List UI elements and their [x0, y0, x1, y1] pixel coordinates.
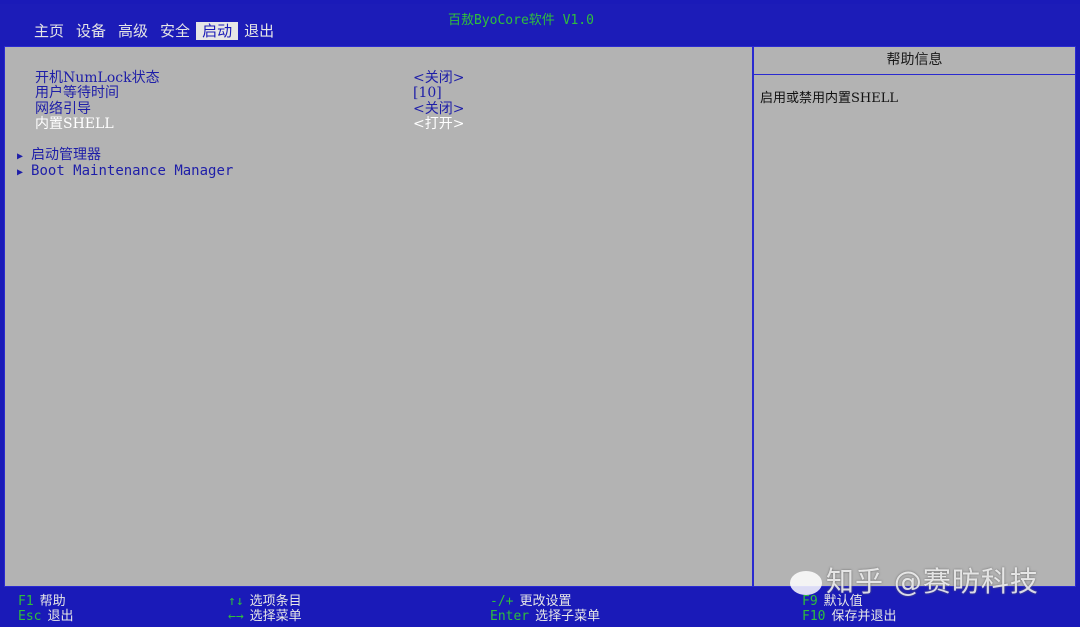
tab-advanced[interactable]: 高级 [112, 22, 154, 40]
footer-key: ↑↓ [228, 594, 244, 609]
option-value[interactable]: <关闭> [413, 70, 464, 86]
submenu-label: 启动管理器 [31, 147, 102, 163]
bios-screen: 百敖ByoCore软件 V1.0 主页 设备 高级 安全 启动 退出 开机Num… [0, 0, 1080, 627]
triangle-right-icon: ▶ [17, 167, 24, 178]
footer-desc: 保存并退出 [831, 609, 897, 624]
menu-bar: 主页 设备 高级 安全 启动 退出 [28, 22, 280, 40]
help-title: 帮助信息 [754, 47, 1075, 75]
footer-select-menu: ←→ 选择菜单 [228, 610, 302, 624]
tab-boot[interactable]: 启动 [196, 22, 239, 40]
footer-key: F1 [18, 594, 34, 609]
option-label: 开机NumLock状态 [35, 70, 160, 86]
option-value[interactable]: <打开> [413, 116, 464, 132]
help-text: 启用或禁用内置SHELL [760, 91, 898, 106]
footer-select-item: ↑↓ 选项条目 [228, 595, 302, 609]
tab-security[interactable]: 安全 [154, 22, 196, 40]
footer-key: Enter [490, 609, 530, 624]
option-numlock[interactable]: 开机NumLock状态 <关闭> [35, 70, 495, 86]
option-wait-time[interactable]: 用户等待时间 [10] [35, 85, 495, 101]
wechat-icon [790, 571, 822, 595]
footer-exit: Esc 退出 [18, 610, 74, 624]
option-label: 内置SHELL [35, 116, 114, 132]
submenu-boot-maintenance[interactable]: ▶ Boot Maintenance Manager [17, 163, 233, 179]
footer-help: F1 帮助 [18, 595, 66, 609]
watermark-text: 知乎 @赛昉科技 [826, 565, 1039, 598]
footer-key: -/+ [490, 594, 514, 609]
watermark: 知乎 @赛昉科技 [790, 560, 1039, 600]
help-panel: 帮助信息 启用或禁用内置SHELL [753, 46, 1076, 587]
option-network-boot[interactable]: 网络引导 <关闭> [35, 101, 495, 117]
option-label: 网络引导 [35, 101, 91, 117]
tab-devices[interactable]: 设备 [70, 22, 112, 40]
footer-submenu: Enter 选择子菜单 [490, 610, 600, 624]
tab-exit[interactable]: 退出 [238, 22, 280, 40]
option-label: 用户等待时间 [35, 85, 119, 101]
option-value[interactable]: [10] [413, 85, 442, 101]
options-panel: 开机NumLock状态 <关闭> 用户等待时间 [10] 网络引导 <关闭> 内… [4, 46, 753, 587]
tab-main[interactable]: 主页 [28, 22, 70, 40]
triangle-right-icon: ▶ [17, 151, 24, 162]
footer-desc: 选择子菜单 [535, 609, 601, 624]
option-builtin-shell[interactable]: 内置SHELL <打开> [35, 116, 495, 132]
submenu-boot-manager[interactable]: ▶ 启动管理器 [17, 147, 101, 163]
footer-change-value: -/+ 更改设置 [490, 595, 572, 609]
header-bar: 百敖ByoCore软件 V1.0 主页 设备 高级 安全 启动 退出 [0, 4, 1080, 40]
option-value[interactable]: <关闭> [413, 101, 464, 117]
submenu-label: Boot Maintenance Manager [31, 163, 234, 179]
app-title: 百敖ByoCore软件 V1.0 [448, 13, 594, 28]
footer-desc: 选项条目 [249, 594, 302, 609]
footer-key: F10 [802, 609, 826, 624]
footer-desc: 更改设置 [519, 594, 572, 609]
footer-key: ←→ [228, 609, 244, 624]
footer-key: Esc [18, 609, 42, 624]
footer-desc: 退出 [47, 609, 74, 624]
footer-desc: 选择菜单 [249, 609, 302, 624]
footer-desc: 帮助 [39, 594, 66, 609]
footer-save-exit: F10 保存并退出 [802, 610, 897, 624]
